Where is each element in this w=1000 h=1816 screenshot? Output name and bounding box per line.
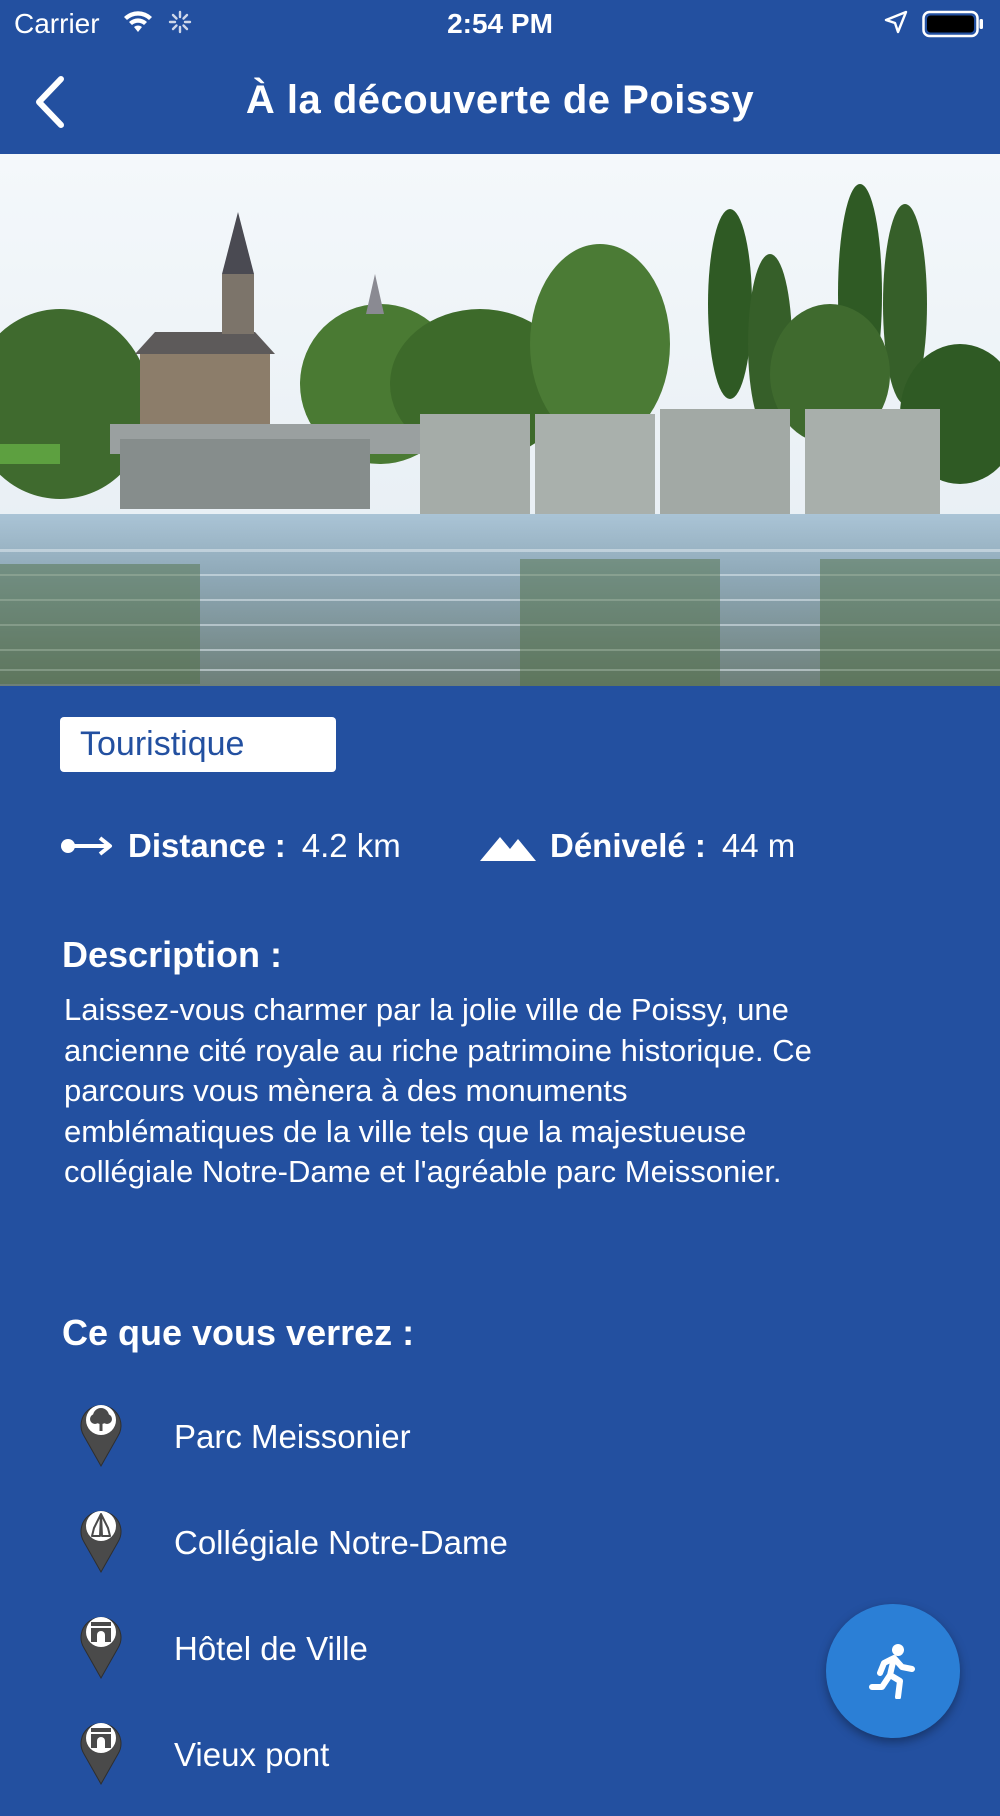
elevation-value: 44 m [721, 827, 796, 864]
status-time: 2:54 PM [447, 8, 553, 39]
list-item[interactable]: Parc Meissonier [0, 1398, 1000, 1498]
running-person-icon [869, 1644, 915, 1699]
poi-label: Parc Meissonier [174, 1418, 411, 1455]
description-text: Laissez-vous charmer par la jolie ville … [64, 992, 812, 1189]
poi-label: Hôtel de Ville [174, 1630, 368, 1667]
poi-label: Vieux pont [174, 1736, 330, 1773]
distance-value: 4.2 km [301, 827, 401, 864]
distance-arrow-icon [61, 836, 112, 856]
poi-label: Collégiale Notre-Dame [174, 1524, 508, 1561]
status-bar: Carrier 2:54 PM [0, 0, 1000, 50]
category-badge: Touristique [60, 717, 336, 772]
monument-pin-icon [80, 1723, 122, 1786]
list-item[interactable]: Collégiale Notre-Dame [0, 1504, 1000, 1604]
location-arrow-icon [884, 10, 908, 39]
mountain-icon [480, 837, 536, 861]
distance-stat: Distance : 4.2 km [60, 826, 401, 866]
poi-heading: Ce que vous verrez : [62, 1312, 415, 1353]
battery-icon [922, 10, 984, 43]
elevation-stat: Dénivelé : 44 m [480, 826, 795, 866]
navigation-bar: À la découverte de Poissy [0, 50, 1000, 154]
hero-image [0, 154, 1000, 686]
list-item[interactable]: Vieux pont [0, 1716, 1000, 1816]
page-title: À la découverte de Poissy [245, 78, 755, 122]
distance-label: Distance : [128, 827, 286, 864]
elevation-label: Dénivelé : [550, 827, 706, 864]
description-heading: Description : [62, 934, 283, 975]
monument-pin-icon [80, 1617, 122, 1680]
start-walk-button[interactable] [826, 1604, 960, 1738]
praying-hands-pin-icon [80, 1511, 122, 1574]
tree-pin-icon [80, 1405, 122, 1468]
